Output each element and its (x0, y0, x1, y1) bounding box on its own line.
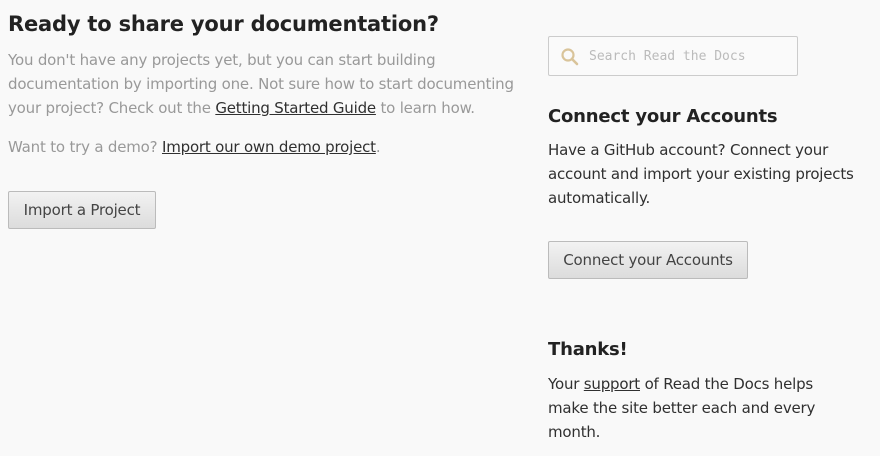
thanks-text-before: Your (548, 375, 584, 393)
search-input[interactable] (589, 37, 793, 75)
demo-text-after: . (375, 138, 381, 156)
thanks-title: Thanks! (548, 339, 628, 360)
page: Ready to share your documentation? You d… (0, 0, 880, 456)
demo-paragraph: Want to try a demo? Import our own demo … (8, 135, 538, 159)
connect-accounts-title: Connect your Accounts (548, 106, 778, 127)
main-column: Ready to share your documentation? You d… (8, 10, 538, 229)
connect-accounts-button[interactable]: Connect your Accounts (548, 241, 748, 279)
search-icon (560, 47, 580, 67)
intro-paragraph: You don't have any projects yet, but you… (8, 48, 538, 120)
page-title: Ready to share your documentation? (8, 12, 439, 36)
intro-text-after: to learn how. (375, 99, 475, 117)
import-project-button[interactable]: Import a Project (8, 191, 156, 229)
demo-text-before: Want to try a demo? (8, 138, 162, 156)
import-demo-link[interactable]: Import our own demo project (162, 138, 376, 156)
sidebar: Connect your Accounts Have a GitHub acco… (548, 36, 868, 441)
support-link[interactable]: support (584, 375, 640, 393)
search-box (548, 36, 798, 76)
getting-started-link[interactable]: Getting Started Guide (215, 99, 376, 117)
thanks-text: Your support of Read the Docs helps make… (548, 372, 818, 444)
connect-accounts-text: Have a GitHub account? Connect your acco… (548, 141, 854, 207)
